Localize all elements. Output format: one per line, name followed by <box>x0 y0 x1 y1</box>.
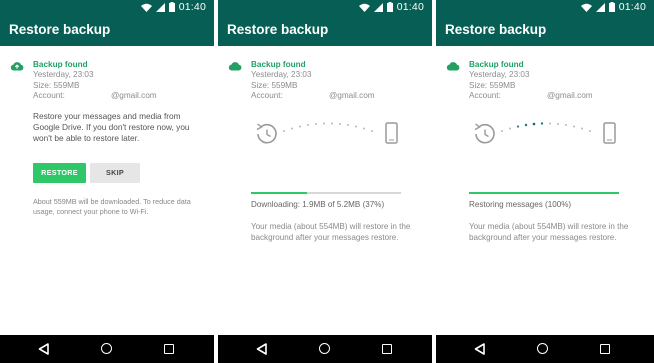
account-label: Account: <box>33 91 65 101</box>
signal-icon <box>595 2 605 12</box>
backup-date: Yesterday, 23:03 <box>251 70 312 80</box>
phone-screen-downloading: 01:40 Restore backup Backup found Yester… <box>218 0 432 363</box>
android-nav-bar <box>218 335 432 363</box>
battery-icon <box>168 2 175 12</box>
transfer-dots <box>283 122 373 132</box>
backup-found-label: Backup found <box>469 60 524 69</box>
back-icon[interactable] <box>256 343 267 355</box>
account-domain: @gmail.com <box>329 91 375 101</box>
status-time: 01:40 <box>618 1 646 13</box>
signal-icon <box>373 2 383 12</box>
battery-icon <box>386 2 393 12</box>
download-progress-label: Downloading: 1.9MB of 5.2MB (37%) <box>251 200 385 209</box>
signal-icon <box>155 2 165 12</box>
wifi-icon <box>580 3 592 12</box>
app-bar: Restore backup <box>0 16 214 46</box>
cloud-icon <box>10 62 24 71</box>
backup-date: Yesterday, 23:03 <box>33 70 94 80</box>
back-icon[interactable] <box>38 343 49 355</box>
backup-size: Size: 559MB <box>33 80 80 90</box>
page-title: Restore backup <box>227 22 329 37</box>
status-time: 01:40 <box>178 1 206 13</box>
home-icon[interactable] <box>101 343 112 354</box>
restore-progress-label: Restoring messages (100%) <box>469 200 572 209</box>
media-restore-note: Your media (about 554MB) will restore in… <box>251 222 411 242</box>
battery-icon <box>608 2 615 12</box>
account-domain: @gmail.com <box>111 91 157 101</box>
transfer-illustration <box>256 122 398 144</box>
home-icon[interactable] <box>537 343 548 354</box>
backup-date: Yesterday, 23:03 <box>469 70 530 80</box>
android-nav-bar <box>436 335 654 363</box>
backup-found-label: Backup found <box>251 60 306 69</box>
account-label: Account: <box>469 91 501 101</box>
backup-info: Backup found Yesterday, 23:03 Size: 559M… <box>33 60 157 102</box>
download-progress-bar <box>251 192 401 194</box>
recents-icon[interactable] <box>164 344 174 354</box>
phone-icon <box>603 122 616 144</box>
status-bar: 01:40 <box>436 0 654 16</box>
skip-button[interactable]: SKIP <box>90 163 140 183</box>
app-bar: Restore backup <box>436 16 654 46</box>
restore-progress-bar <box>469 192 619 194</box>
account-domain: @gmail.com <box>547 91 593 101</box>
restore-progress-fill <box>469 192 619 194</box>
wifi-icon <box>358 3 370 12</box>
transfer-illustration <box>474 122 616 144</box>
cloud-icon <box>228 62 242 71</box>
restore-description: Restore your messages and media from Goo… <box>33 111 190 144</box>
back-icon[interactable] <box>474 343 485 355</box>
page-title: Restore backup <box>9 22 111 37</box>
restore-button[interactable]: RESTORE <box>33 163 86 183</box>
history-icon <box>474 123 495 144</box>
backup-size: Size: 559MB <box>469 80 516 90</box>
home-icon[interactable] <box>319 343 330 354</box>
status-bar: 01:40 <box>218 0 432 16</box>
status-bar: 01:40 <box>0 0 214 16</box>
backup-found-label: Backup found <box>33 60 88 69</box>
cloud-icon <box>446 62 460 71</box>
phone-icon <box>385 122 398 144</box>
recents-icon[interactable] <box>600 344 610 354</box>
app-bar: Restore backup <box>218 16 432 46</box>
backup-size: Size: 559MB <box>251 80 298 90</box>
status-time: 01:40 <box>396 1 424 13</box>
backup-info: Backup found Yesterday, 23:03 Size: 559M… <box>251 60 375 102</box>
transfer-dots <box>501 122 591 132</box>
recents-icon[interactable] <box>382 344 392 354</box>
history-icon <box>256 123 277 144</box>
android-nav-bar <box>0 335 214 363</box>
wifi-icon <box>140 3 152 12</box>
phone-screen-restoring: 01:40 Restore backup Backup found Yester… <box>436 0 654 363</box>
backup-info: Backup found Yesterday, 23:03 Size: 559M… <box>469 60 593 102</box>
phone-screen-restore-prompt: 01:40 Restore backup Backup found Yester… <box>0 0 214 363</box>
data-usage-note: About 559MB will be downloaded. To reduc… <box>33 197 191 216</box>
account-label: Account: <box>251 91 283 101</box>
download-progress-fill <box>251 192 307 194</box>
media-restore-note: Your media (about 554MB) will restore in… <box>469 222 629 242</box>
page-title: Restore backup <box>445 22 547 37</box>
